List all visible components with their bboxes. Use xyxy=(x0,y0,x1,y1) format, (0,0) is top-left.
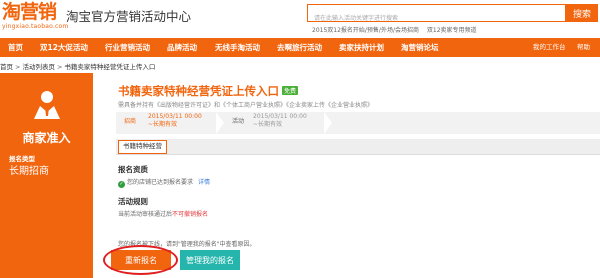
activity-date: 2015/03/11 00:00 ~长期有效 xyxy=(253,113,307,128)
reapply-button[interactable]: 重新报名 xyxy=(111,250,171,270)
nav-item-travel[interactable]: 去啊旅行活动 xyxy=(277,38,322,57)
activity-detail: 书籍卖家特种经营凭证上传入口 免费 需具备并持有《出版物经营许可证》和《个体工商户… xyxy=(103,73,600,278)
activity-stage-label: 活动 xyxy=(232,118,245,125)
breadcrumb: 首页 > 活动列表页 > 书籍卖家特种经营凭证上传入口 xyxy=(0,61,155,71)
qualification-status-text: 您的店铺已达到报名要求 xyxy=(127,179,194,186)
hot-link[interactable]: 2015双12报名开始/预售/外场/会场招商 xyxy=(312,27,419,34)
sidebar-title: 商家准入 xyxy=(22,131,71,145)
qualification-detail-link[interactable]: 详情 xyxy=(198,179,210,186)
breadcrumb-home[interactable]: 首页 xyxy=(0,63,13,71)
activity-date-start: 2015/03/11 00:00 xyxy=(253,113,307,120)
tab-bar: 书籍特种经营 xyxy=(116,139,600,155)
signup-date: 2015/03/11 00:00 ~长期有效 xyxy=(148,113,202,128)
rules-highlight: 不可撤销报名 xyxy=(172,211,209,218)
search-box xyxy=(307,4,566,27)
check-icon: ✓ xyxy=(118,181,125,188)
qualification-status: ✓ 您的店铺已达到报名要求 详情 xyxy=(118,177,210,188)
activity-title: 书籍卖家特种经营凭证上传入口 免费 xyxy=(118,83,299,99)
signup-date-start: 2015/03/11 00:00 xyxy=(148,113,202,120)
nav-item-brand[interactable]: 品牌活动 xyxy=(167,38,197,57)
timeline-arrow xyxy=(324,112,332,134)
search-button[interactable]: 搜索 xyxy=(566,4,598,22)
nav-item-home[interactable]: 首页 xyxy=(8,38,23,57)
signup-date-end: ~长期有效 xyxy=(148,120,178,128)
breadcrumb-current: 书籍卖家特种经营凭证上传入口 xyxy=(64,63,156,71)
free-badge: 免费 xyxy=(282,86,299,95)
tab-book-special[interactable]: 书籍特种经营 xyxy=(118,140,167,154)
timeline-arrow xyxy=(216,112,224,134)
rules-prefix: 当前活动审核通过后 xyxy=(118,211,173,218)
nav-item-forum[interactable]: 淘营销论坛 xyxy=(401,38,439,57)
nav-item-industry[interactable]: 行业营销活动 xyxy=(105,38,150,57)
activity-date-end: ~长期有效 xyxy=(253,120,283,128)
hot-links: 2015双12报名开始/预售/外场/会场招商 双12卖家专用频道 xyxy=(312,25,483,34)
logo-subtext: yingxiao.taobao.com xyxy=(2,23,69,30)
breadcrumb-separator: > xyxy=(56,63,63,71)
nav-item-double12[interactable]: 双12大促活动 xyxy=(40,38,88,57)
signup-type-value: 长期招商 xyxy=(9,166,49,177)
offline-note: 您的报名被下线，请到"管理我的报名"中查看原因。 xyxy=(118,241,256,248)
header: 淘营销 yingxiao.taobao.com 淘宝官方营销活动中心 搜索 20… xyxy=(0,0,600,38)
logo-text: 淘营销 xyxy=(2,1,57,23)
activity-description: 需具备并持有《出版物经营许可证》和《个体工商户营业执照》《企业卖家上传《企业营业… xyxy=(118,102,374,109)
workbench-link[interactable]: 我的工作台 xyxy=(533,38,566,57)
help-link[interactable]: 帮助 xyxy=(577,38,590,57)
site-title: 淘宝官方营销活动中心 xyxy=(66,9,192,24)
rules-text: 当前活动审核通过后不可撤销报名 xyxy=(118,209,208,218)
taoyingxiao-logo[interactable]: 淘营销 yingxiao.taobao.com xyxy=(2,1,68,31)
activity-timeline: 招商 2015/03/11 00:00 ~长期有效 活动 2015/03/11 … xyxy=(116,112,600,134)
nav-item-mobile[interactable]: 无线手淘活动 xyxy=(215,38,260,57)
merchant-person-icon xyxy=(34,91,60,119)
breadcrumb-separator: > xyxy=(15,63,21,71)
rules-title: 活动规则 xyxy=(118,197,148,206)
main-nav: 首页 双12大促活动 行业营销活动 品牌活动 无线手淘活动 去啊旅行活动 卖家扶… xyxy=(0,38,600,57)
activity-title-text: 书籍卖家特种经营凭证上传入口 xyxy=(118,84,279,98)
signup-stage-label: 招商 xyxy=(124,118,137,125)
nav-item-seller-support[interactable]: 卖家扶持计划 xyxy=(339,38,384,57)
hot-link[interactable]: 双12卖家专用频道 xyxy=(427,27,477,34)
merchant-access-sidebar: 商家准入 报名类型 长期招商 xyxy=(0,73,93,278)
qualification-title: 报名资质 xyxy=(118,165,148,174)
manage-signups-button[interactable]: 管理我的报名 xyxy=(180,250,240,270)
breadcrumb-activity-list[interactable]: 活动列表页 xyxy=(22,63,55,71)
